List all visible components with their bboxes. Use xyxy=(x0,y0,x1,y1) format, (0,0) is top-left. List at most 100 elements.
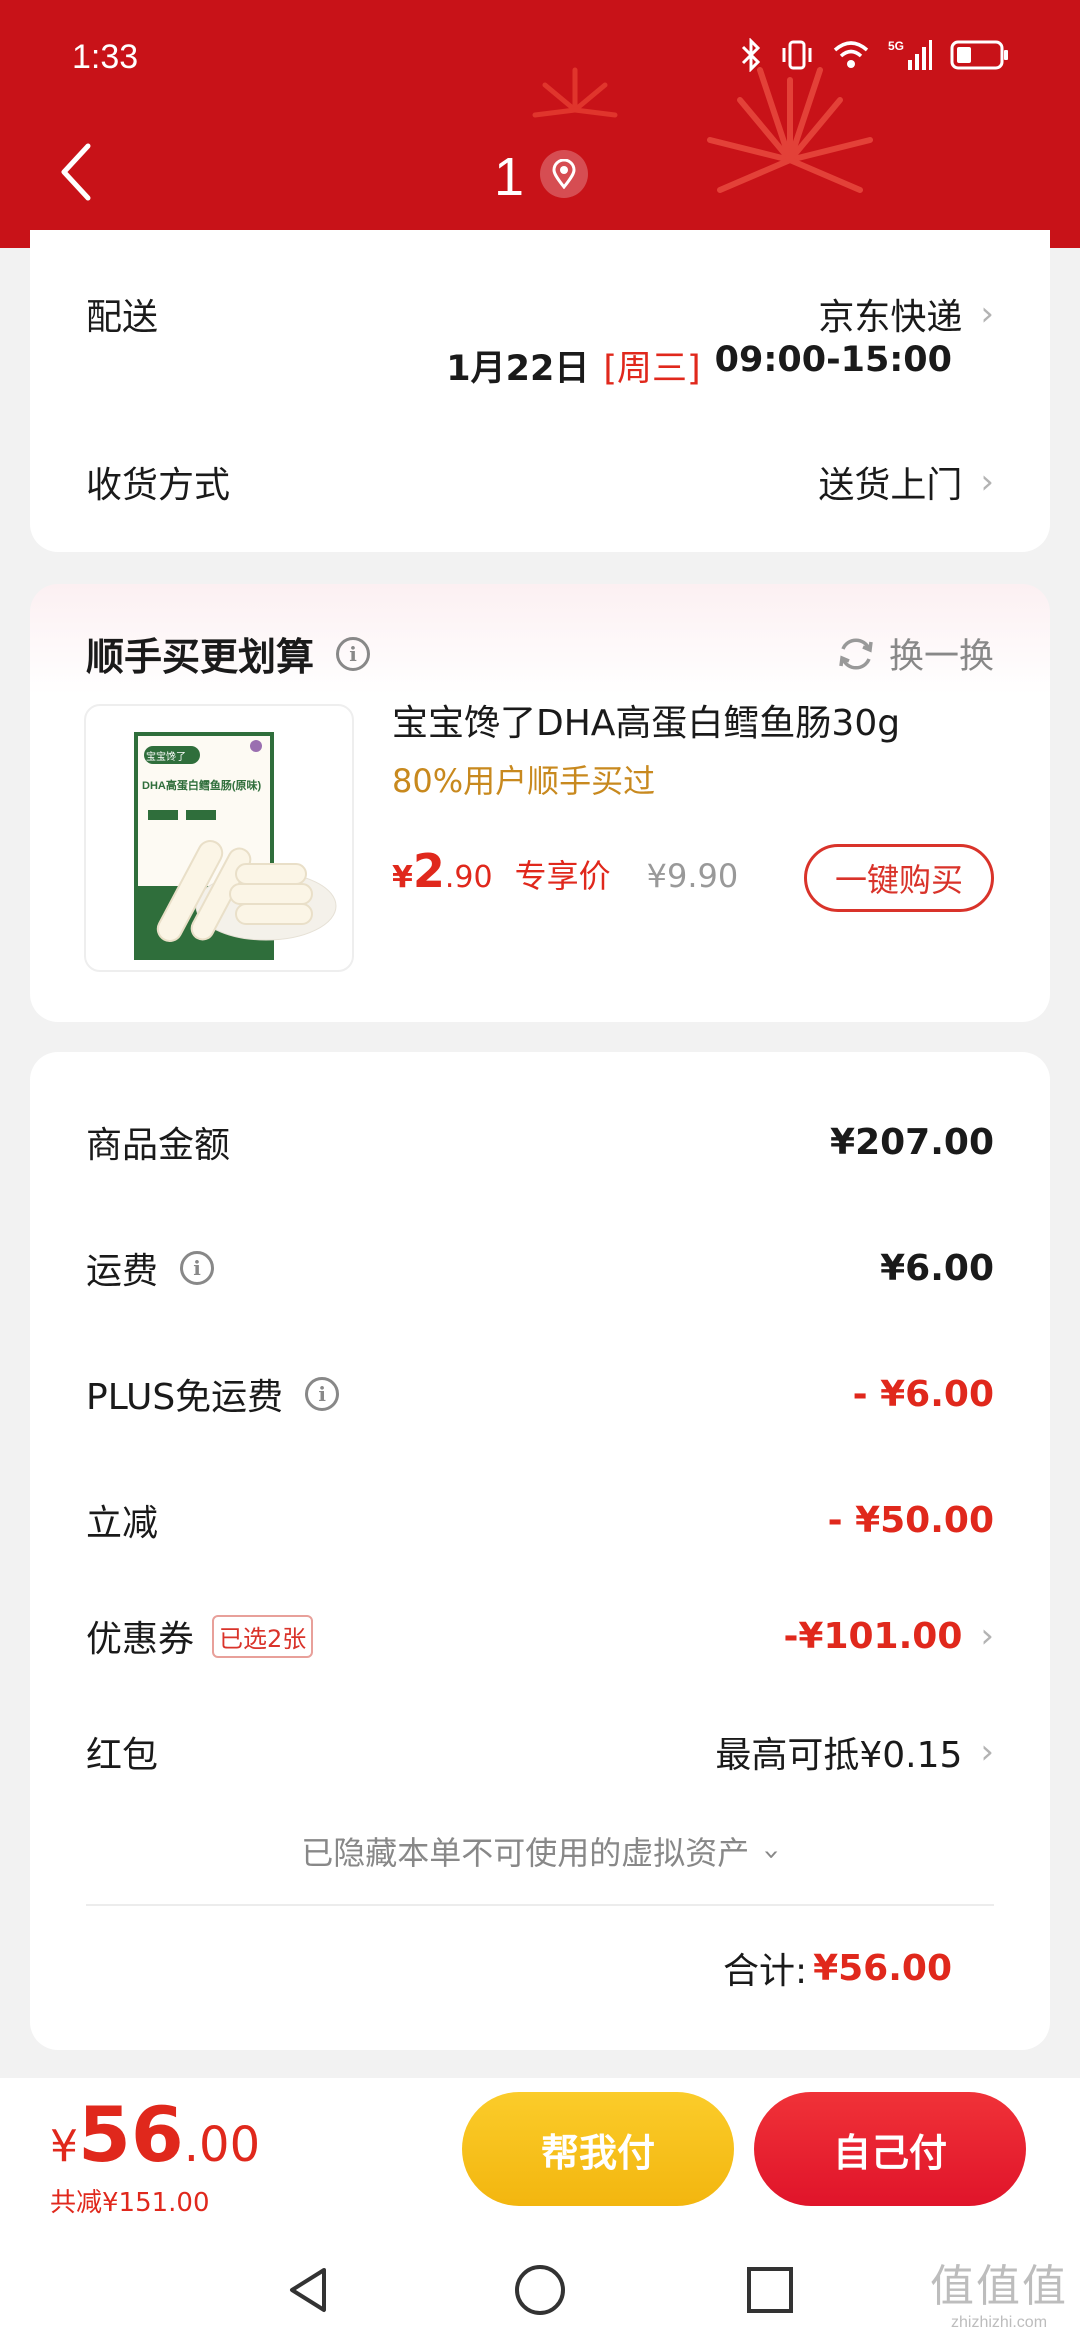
coupon-badge: 已选2张 xyxy=(212,1614,314,1658)
plus-label-wrap: PLUS免运费 i xyxy=(86,1368,340,1420)
hidden-assets-toggle[interactable]: 已隐藏本单不可使用的虚拟资产 › xyxy=(30,1828,1050,1874)
info-icon[interactable]: i xyxy=(305,1377,340,1411)
chevron-right-icon: › xyxy=(980,1616,994,1656)
summary-row-coupon[interactable]: 优惠券 已选2张 -¥101.00 › xyxy=(86,1606,994,1666)
payable-decimal: .00 xyxy=(183,2117,261,2173)
vibrate-icon xyxy=(782,40,812,70)
receive-method-label: 收货方式 xyxy=(86,465,231,506)
circle-home-icon xyxy=(515,2265,565,2315)
system-nav-bar: 值值值 zhizhizhi.com xyxy=(0,2238,1080,2340)
price-integer: 2 xyxy=(412,844,445,898)
location-button[interactable] xyxy=(540,150,588,198)
wifi-icon xyxy=(833,41,869,68)
payment-bar: ¥ 56 .00 共减¥151.00 帮我付 自己付 xyxy=(0,2078,1080,2238)
firework-decoration-small xyxy=(532,67,618,118)
total-value: ¥56.00 xyxy=(813,1947,952,1989)
info-icon[interactable]: i xyxy=(180,1251,215,1285)
discount-value: - ¥50.00 xyxy=(827,1499,994,1541)
plus-free-shipping-label: PLUS免运费 xyxy=(86,1377,284,1418)
total-label: 合计: xyxy=(722,1951,808,1992)
location-pin-icon xyxy=(552,159,576,189)
order-summary-card: 商品金额 ¥207.00 运费 i ¥6.00 PLUS免运费 i - ¥6.0… xyxy=(30,1052,1050,2050)
summary-row-goods: 商品金额 ¥207.00 xyxy=(86,1112,994,1172)
product-image-brand: 宝宝馋了 xyxy=(146,752,186,763)
coupon-label: 优惠券 xyxy=(86,1619,195,1660)
delivery-date: 1月22日 xyxy=(446,349,590,389)
discount-label: 立减 xyxy=(86,1503,159,1544)
shipping-value: ¥6.00 xyxy=(880,1247,994,1289)
price-symbol: ¥ xyxy=(392,860,413,895)
cellular-5g-icon: 5G xyxy=(888,39,932,70)
quick-buy-button[interactable]: 一键购买 xyxy=(804,844,994,912)
delivery-carrier: 京东快递 › xyxy=(818,288,994,340)
watermark-url: zhizhizhi.com xyxy=(950,2314,1048,2331)
recommend-title: 顺手买更划算 xyxy=(86,635,315,679)
total-row: 合计: ¥56.00 xyxy=(723,1942,952,1994)
nav-back-button[interactable] xyxy=(280,2260,340,2320)
chevron-right-icon: › xyxy=(980,294,994,334)
nav-home-button[interactable] xyxy=(510,2260,570,2320)
coupon-label-wrap: 优惠券 已选2张 xyxy=(86,1610,314,1662)
top-bar: 1:33 5G 1 xyxy=(0,0,1080,248)
back-button[interactable] xyxy=(56,140,106,210)
delivery-row[interactable]: 配送 京东快递 › xyxy=(86,284,994,344)
back-arrow-icon xyxy=(61,143,91,201)
chevron-right-icon: › xyxy=(980,1732,994,1772)
summary-row-discount: 立减 - ¥50.00 xyxy=(86,1490,994,1550)
coupon-value: -¥101.00 xyxy=(783,1615,963,1657)
delivery-card: 配送 京东快递 › 1月22日 [周三] 09:00-15:00 收货方式 送货… xyxy=(30,230,1050,552)
self-pay-button[interactable]: 自己付 xyxy=(754,2092,1026,2206)
receive-method-value: 送货上门 xyxy=(818,465,963,506)
shipping-label: 运费 xyxy=(86,1251,159,1292)
chevron-down-icon: › xyxy=(756,1848,790,1861)
nav-recents-button[interactable] xyxy=(740,2260,800,2320)
summary-row-redpacket[interactable]: 红包 最高可抵¥0.15 › xyxy=(86,1722,994,1782)
red-packet-value: 最高可抵¥0.15 xyxy=(715,1735,963,1776)
goods-amount-value: ¥207.00 xyxy=(830,1121,994,1163)
hidden-assets-note: 已隐藏本单不可使用的虚拟资产 xyxy=(301,1834,750,1872)
delivery-label: 配送 xyxy=(86,297,159,338)
recommend-card: 顺手买更划算 i 换一换 宝宝馋了 DHA高蛋白鳕鱼肠(原味) 宝宝馋了DHA高… xyxy=(30,584,1050,1022)
original-price: ¥9.90 xyxy=(646,857,739,895)
carrier-name: 京东快递 xyxy=(818,297,963,338)
delivery-time-range: 09:00-15:00 xyxy=(714,340,952,380)
price-decimal: .90 xyxy=(444,860,493,895)
price-tag: 专享价 xyxy=(514,857,611,895)
product-image-drawing xyxy=(134,732,337,960)
payable-price: ¥ 56 .00 xyxy=(50,2090,260,2179)
total-saved: 共减¥151.00 xyxy=(50,2188,210,2218)
help-pay-button[interactable]: 帮我付 xyxy=(462,2092,734,2206)
bluetooth-icon xyxy=(741,38,761,72)
page-title: 1 xyxy=(494,147,525,207)
refresh-label: 换一换 xyxy=(888,637,994,677)
product-image-text: DHA高蛋白鳕鱼肠(原味) xyxy=(142,780,262,792)
refresh-icon xyxy=(839,638,873,669)
recommend-header: 顺手买更划算 i xyxy=(86,626,371,681)
status-time: 1:33 xyxy=(72,38,139,76)
divider xyxy=(86,1904,994,1906)
summary-row-plus: PLUS免运费 i - ¥6.00 xyxy=(86,1364,994,1424)
refresh-button[interactable]: 换一换 xyxy=(837,628,994,679)
payable-integer: 56 xyxy=(78,2090,184,2179)
product-image[interactable]: 宝宝馋了 DHA高蛋白鳕鱼肠(原味) xyxy=(84,704,354,972)
plus-free-shipping-value: - ¥6.00 xyxy=(852,1373,994,1415)
red-packet-label: 红包 xyxy=(86,1735,159,1776)
summary-row-shipping: 运费 i ¥6.00 xyxy=(86,1238,994,1298)
coupon-value-wrap: -¥101.00 › xyxy=(783,1616,994,1657)
goods-amount-label: 商品金额 xyxy=(86,1125,231,1166)
square-recents-icon xyxy=(747,2267,793,2313)
info-icon[interactable]: i xyxy=(336,636,371,671)
chevron-right-icon: › xyxy=(980,462,994,502)
social-proof: 80%用户顺手买过 xyxy=(392,762,656,800)
battery-icon xyxy=(950,40,1008,70)
status-icons: 5G xyxy=(740,38,1010,72)
receive-method-value-wrap: 送货上门 › xyxy=(818,456,994,508)
product-name[interactable]: 宝宝馋了DHA高蛋白鳕鱼肠30g xyxy=(392,694,900,746)
watermark-logo: 值值值 xyxy=(930,2261,1068,2312)
product-price: ¥ 2 .90 专享价 ¥9.90 xyxy=(392,844,738,898)
delivery-time: 1月22日 [周三] 09:00-15:00 xyxy=(446,340,952,391)
delivery-weekday: [周三] xyxy=(603,349,701,389)
svg-text:5G: 5G xyxy=(888,39,904,53)
receive-method-row[interactable]: 收货方式 送货上门 › xyxy=(86,452,994,512)
red-packet-value-wrap: 最高可抵¥0.15 › xyxy=(715,1726,994,1778)
